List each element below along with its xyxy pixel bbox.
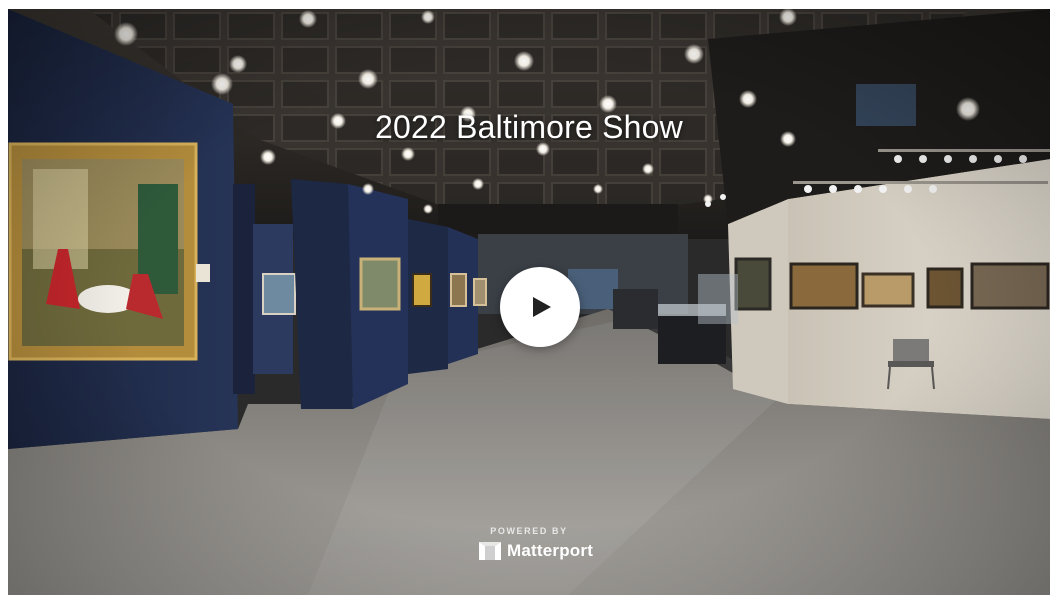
matterport-logo-icon xyxy=(479,542,501,560)
powered-by-label: POWERED BY xyxy=(490,526,568,536)
play-icon xyxy=(533,297,551,317)
tour-viewer[interactable]: 2022 Baltimore Show POWERED BY Matterpor… xyxy=(8,9,1050,595)
matterport-brand-link[interactable]: Matterport xyxy=(479,539,593,563)
brand-name: Matterport xyxy=(507,541,594,560)
play-button[interactable] xyxy=(500,267,580,347)
showcase-title: 2022 Baltimore Show xyxy=(375,109,683,145)
